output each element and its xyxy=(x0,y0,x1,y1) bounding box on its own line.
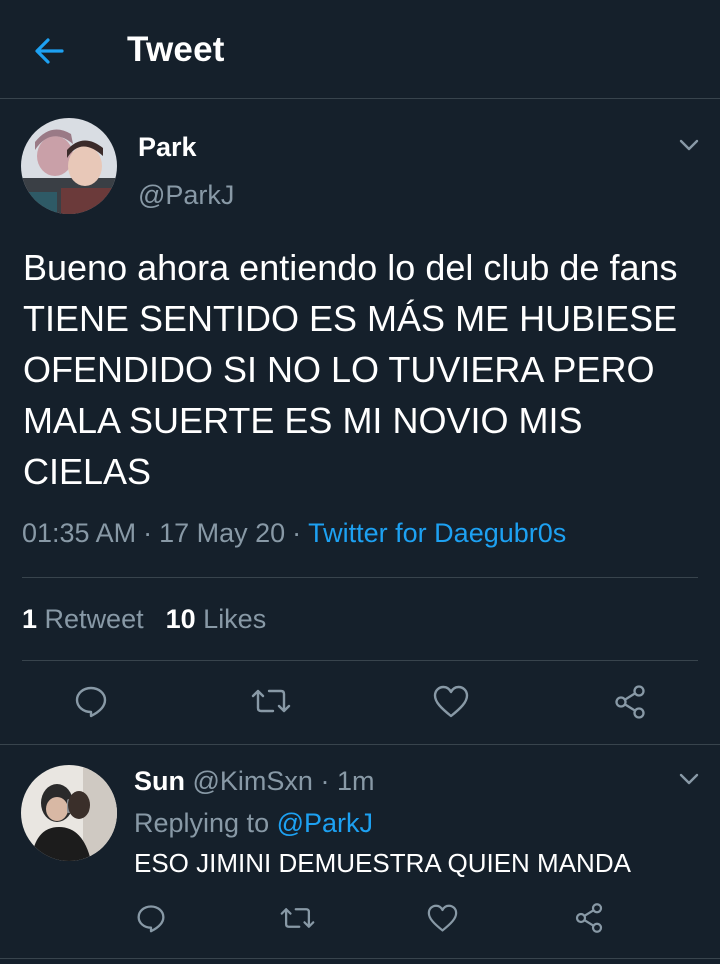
reply-time: 1m xyxy=(336,766,375,796)
retweet-icon[interactable] xyxy=(280,903,315,933)
top-bar: Tweet xyxy=(0,0,720,99)
back-arrow-icon[interactable] xyxy=(30,32,68,70)
divider xyxy=(0,958,720,959)
chevron-down-icon[interactable] xyxy=(676,132,702,158)
replying-to: Replying to @ParkJ xyxy=(134,808,373,839)
replying-to-handle[interactable]: @ParkJ xyxy=(277,808,373,838)
tweet-time: 01:35 AM xyxy=(22,518,137,548)
likes-count: 10 xyxy=(165,604,196,634)
divider xyxy=(22,577,698,578)
engagement-stats: 1 Retweet 10 Likes xyxy=(22,604,266,635)
avatar[interactable] xyxy=(21,118,117,214)
like-heart-icon[interactable] xyxy=(433,685,469,719)
chevron-down-icon[interactable] xyxy=(676,766,702,792)
reply-icon[interactable] xyxy=(136,903,166,933)
replying-to-label: Replying to xyxy=(134,808,270,838)
reply-author-handle[interactable]: @KimSxn xyxy=(193,766,313,796)
divider xyxy=(22,660,698,661)
reply-author-name[interactable]: Sun xyxy=(134,766,185,796)
tweet-text: Bueno ahora entiendo lo del club de fans… xyxy=(23,247,678,492)
tweet-date: 17 May 20 xyxy=(159,518,286,548)
author-name[interactable]: Park xyxy=(138,132,197,163)
divider xyxy=(0,744,720,745)
separator: · xyxy=(292,518,302,548)
separator: · xyxy=(143,518,153,548)
tweet-meta: 01:35 AM · 17 May 20 · Twitter for Daegubr0s xyxy=(22,518,566,549)
tweet-source-link[interactable]: Twitter for Daegubr0s xyxy=(308,518,566,548)
page-title: Tweet xyxy=(127,30,225,69)
reply-avatar[interactable] xyxy=(21,765,117,861)
author-handle[interactable]: @ParkJ xyxy=(138,180,234,211)
separator: · xyxy=(320,766,330,796)
reply-text: ESO JIMINI DEMUESTRA QUIEN MANDA xyxy=(134,848,631,878)
retweets-count: 1 xyxy=(22,604,38,634)
share-icon[interactable] xyxy=(612,684,648,720)
share-icon[interactable] xyxy=(573,902,605,934)
reply-header: Sun @KimSxn · 1m xyxy=(134,766,375,797)
reply-icon[interactable] xyxy=(74,684,108,718)
like-heart-icon[interactable] xyxy=(427,904,458,933)
retweet-icon[interactable] xyxy=(251,684,291,718)
likes-stat[interactable]: 10 Likes xyxy=(166,604,267,634)
retweets-label: Retweet xyxy=(44,604,144,634)
retweets-stat[interactable]: 1 Retweet xyxy=(22,604,144,634)
likes-label: Likes xyxy=(203,604,267,634)
